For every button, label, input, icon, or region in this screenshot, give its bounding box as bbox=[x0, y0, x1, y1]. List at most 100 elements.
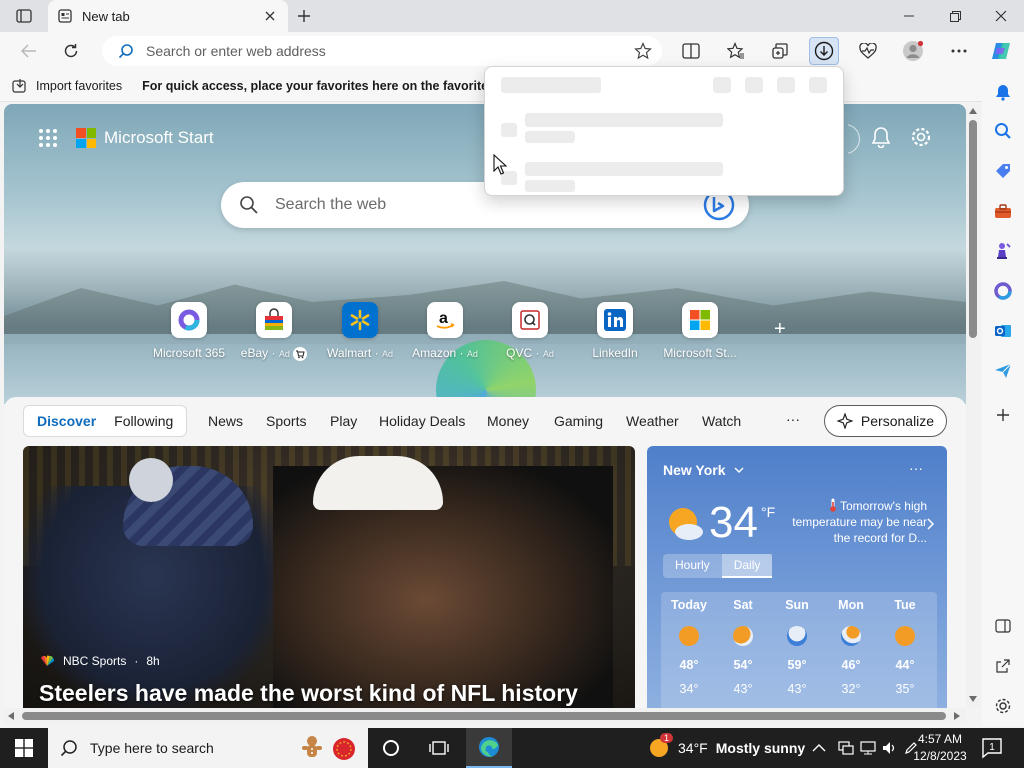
horizontal-scrollbar[interactable] bbox=[4, 708, 966, 724]
new-tab-button[interactable] bbox=[292, 4, 316, 28]
quick-link-ebay[interactable]: eBay · Ad bbox=[231, 302, 317, 361]
gear-icon[interactable] bbox=[910, 126, 932, 148]
sidebar-item-tools[interactable] bbox=[991, 199, 1015, 223]
task-view-button[interactable] bbox=[416, 728, 462, 768]
weather-location[interactable]: New York bbox=[663, 462, 744, 478]
address-input[interactable]: Search or enter web address bbox=[146, 43, 634, 59]
scroll-up-arrow-icon[interactable] bbox=[969, 108, 977, 114]
import-favorites-button[interactable]: Import favorites bbox=[12, 78, 122, 94]
search-icon bbox=[995, 123, 1011, 139]
sidebar-item-drop[interactable] bbox=[991, 359, 1015, 383]
sidebar-item-games[interactable] bbox=[991, 239, 1015, 263]
nav-more-button[interactable]: ··· bbox=[786, 411, 800, 427]
sidebar-item-outlook[interactable] bbox=[991, 319, 1015, 343]
close-window-button[interactable] bbox=[978, 0, 1024, 32]
nav-money[interactable]: Money bbox=[487, 413, 529, 429]
scroll-down-arrow-icon[interactable] bbox=[969, 696, 977, 702]
nav-gaming[interactable]: Gaming bbox=[554, 413, 603, 429]
downloads-button[interactable] bbox=[809, 37, 839, 65]
quick-link-walmart[interactable]: Walmart · Ad bbox=[317, 302, 403, 360]
weather-tab-hourly[interactable]: Hourly bbox=[663, 554, 722, 578]
tab-actions-button[interactable] bbox=[10, 6, 38, 26]
copilot-button[interactable] bbox=[986, 37, 1016, 65]
cortana-button[interactable] bbox=[368, 728, 414, 768]
close-icon bbox=[265, 11, 275, 21]
action-center-button[interactable]: 1 bbox=[980, 736, 1004, 760]
forecast-day[interactable]: Mon 46° 32° bbox=[825, 598, 877, 696]
scroll-right-arrow-icon[interactable] bbox=[954, 712, 960, 720]
tab-following[interactable]: Following bbox=[105, 413, 182, 429]
refresh-button[interactable] bbox=[56, 37, 86, 65]
quick-link-microsoft-store[interactable]: Microsoft St... bbox=[657, 302, 743, 360]
display-icon[interactable] bbox=[860, 741, 876, 755]
start-button[interactable] bbox=[0, 728, 48, 768]
quick-link-linkedin[interactable]: LinkedIn bbox=[572, 302, 658, 360]
quick-link-qvc[interactable]: QVC · Ad bbox=[487, 302, 573, 360]
split-screen-icon bbox=[682, 43, 700, 59]
sidebar-open-external-button[interactable] bbox=[991, 654, 1015, 678]
minimize-button[interactable] bbox=[886, 0, 932, 32]
sidebar-settings-button[interactable] bbox=[991, 694, 1015, 718]
back-button[interactable] bbox=[14, 37, 44, 65]
weather-note[interactable]: Tomorrow's high temperature may be near … bbox=[787, 498, 927, 546]
add-quick-link-button[interactable]: + bbox=[774, 318, 786, 341]
web-search-input[interactable]: Search the web bbox=[275, 196, 703, 214]
split-screen-button[interactable] bbox=[676, 37, 706, 65]
weather-card[interactable]: New York ··· 34 °F Tomorrow's high tempe… bbox=[647, 446, 947, 710]
weather-more-button[interactable]: ··· bbox=[909, 460, 923, 476]
forecast-day[interactable]: Sat 54° 43° bbox=[717, 598, 769, 696]
nav-news[interactable]: News bbox=[208, 413, 243, 429]
star-add-favorite-icon[interactable] bbox=[634, 42, 652, 60]
bell-icon[interactable] bbox=[870, 126, 892, 148]
restore-button[interactable] bbox=[932, 0, 978, 32]
volume-icon[interactable] bbox=[882, 741, 898, 755]
quick-link-label: Walmart bbox=[327, 346, 372, 360]
forecast-day[interactable]: Tue 44° 35° bbox=[879, 598, 931, 696]
taskbar-search-input[interactable]: Type here to search bbox=[90, 740, 298, 756]
browser-essentials-button[interactable] bbox=[853, 37, 883, 65]
ad-badge: Ad bbox=[542, 349, 554, 359]
sidebar-item-shopping[interactable] bbox=[991, 159, 1015, 183]
app-launcher-icon[interactable] bbox=[38, 128, 58, 148]
settings-more-button[interactable] bbox=[944, 37, 974, 65]
weather-tab-daily[interactable]: Daily bbox=[721, 554, 773, 578]
top-news-card[interactable]: NBC Sports · 8h Steelers have made the w… bbox=[23, 446, 635, 710]
nav-holiday-deals[interactable]: Holiday Deals bbox=[379, 413, 465, 429]
collections-button[interactable] bbox=[765, 37, 795, 65]
taskbar-clock[interactable]: 4:57 AM 12/8/2023 bbox=[912, 731, 968, 765]
taskbar-edge-button[interactable] bbox=[466, 728, 512, 768]
news-source-row: NBC Sports · 8h bbox=[39, 654, 160, 668]
nav-watch[interactable]: Watch bbox=[702, 413, 741, 429]
horizontal-scrollbar-thumb[interactable] bbox=[22, 712, 946, 720]
sidebar-item-microsoft365[interactable] bbox=[991, 279, 1015, 303]
profile-button[interactable] bbox=[898, 37, 928, 65]
nav-play[interactable]: Play bbox=[330, 413, 357, 429]
scroll-left-arrow-icon[interactable] bbox=[8, 712, 14, 720]
forecast-day[interactable]: Sun 59° 43° bbox=[771, 598, 823, 696]
sidebar-item-notifications[interactable] bbox=[991, 80, 1015, 104]
favorites-button[interactable] bbox=[721, 37, 751, 65]
sidebar-hide-button[interactable] bbox=[991, 614, 1015, 638]
network-icon[interactable] bbox=[838, 741, 854, 755]
tab-close-button[interactable] bbox=[262, 8, 278, 24]
task-view-icon bbox=[429, 741, 449, 755]
address-bar[interactable]: Search or enter web address bbox=[102, 36, 662, 66]
sidebar-add-button[interactable] bbox=[991, 403, 1015, 427]
tab-discover[interactable]: Discover bbox=[28, 413, 105, 429]
chevron-up-icon[interactable] bbox=[812, 743, 826, 753]
nav-sports[interactable]: Sports bbox=[266, 413, 306, 429]
tab-new-tab[interactable]: New tab bbox=[48, 0, 288, 32]
news-headline[interactable]: Steelers have made the worst kind of NFL… bbox=[39, 680, 578, 707]
nav-weather[interactable]: Weather bbox=[626, 413, 679, 429]
taskbar-weather-widget[interactable]: 1 34°F Mostly sunny bbox=[648, 728, 805, 768]
vertical-scrollbar-thumb[interactable] bbox=[969, 120, 977, 338]
forecast-day[interactable]: Today 48° 34° bbox=[663, 598, 715, 696]
quick-link-amazon[interactable]: a Amazon · Ad bbox=[402, 302, 488, 360]
quick-link-microsoft365[interactable]: Microsoft 365 bbox=[146, 302, 232, 360]
personalize-button[interactable]: Personalize bbox=[824, 405, 947, 437]
chevron-right-icon[interactable] bbox=[927, 518, 934, 530]
microsoft-start-logo[interactable]: Microsoft Start bbox=[76, 128, 214, 148]
vertical-scrollbar[interactable] bbox=[966, 104, 980, 708]
taskbar-search-box[interactable]: Type here to search bbox=[48, 728, 368, 768]
sidebar-item-search[interactable] bbox=[991, 119, 1015, 143]
